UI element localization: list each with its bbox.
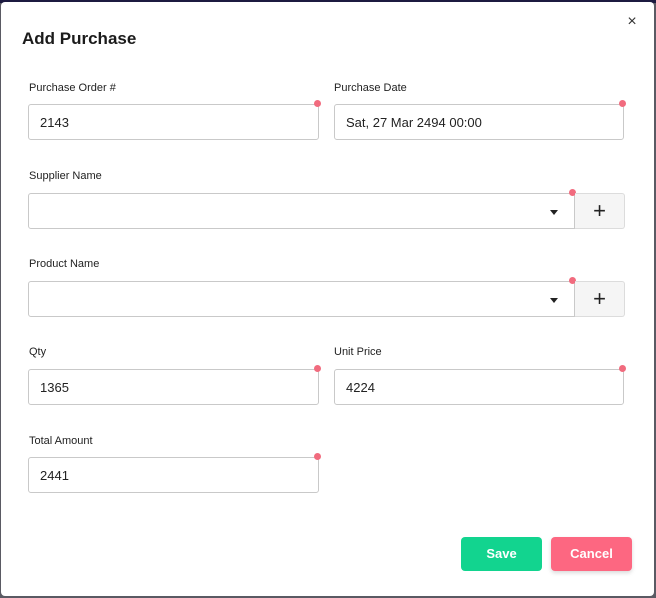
close-icon[interactable]: × bbox=[624, 14, 640, 30]
plus-icon: + bbox=[593, 286, 606, 311]
total-amount-input[interactable] bbox=[28, 457, 319, 493]
purchase-order-label: Purchase Order # bbox=[29, 82, 116, 94]
purchase-order-input[interactable] bbox=[28, 104, 319, 140]
chevron-down-icon bbox=[550, 298, 558, 303]
required-indicator bbox=[619, 100, 626, 107]
qty-label: Qty bbox=[29, 346, 47, 358]
product-name-select[interactable] bbox=[28, 281, 575, 317]
required-indicator bbox=[314, 365, 321, 372]
add-purchase-dialog: × Add Purchase Purchase Order # Purchase… bbox=[1, 2, 654, 596]
dialog-title: Add Purchase bbox=[22, 29, 137, 48]
chevron-down-icon bbox=[550, 210, 558, 215]
supplier-name-label: Supplier Name bbox=[29, 170, 102, 182]
required-indicator bbox=[314, 100, 321, 107]
plus-icon: + bbox=[593, 198, 606, 223]
cancel-button[interactable]: Cancel bbox=[551, 537, 632, 571]
purchase-date-label: Purchase Date bbox=[334, 82, 407, 94]
qty-input[interactable] bbox=[28, 369, 319, 405]
unit-price-label: Unit Price bbox=[334, 346, 382, 358]
save-button[interactable]: Save bbox=[461, 537, 542, 571]
unit-price-input[interactable] bbox=[334, 369, 624, 405]
supplier-name-select[interactable] bbox=[28, 193, 575, 229]
purchase-date-input[interactable] bbox=[334, 104, 624, 140]
total-amount-label: Total Amount bbox=[29, 435, 93, 447]
add-product-button[interactable]: + bbox=[575, 281, 625, 317]
add-supplier-button[interactable]: + bbox=[575, 193, 625, 229]
required-indicator bbox=[314, 453, 321, 460]
required-indicator bbox=[619, 365, 626, 372]
product-name-label: Product Name bbox=[29, 258, 100, 270]
